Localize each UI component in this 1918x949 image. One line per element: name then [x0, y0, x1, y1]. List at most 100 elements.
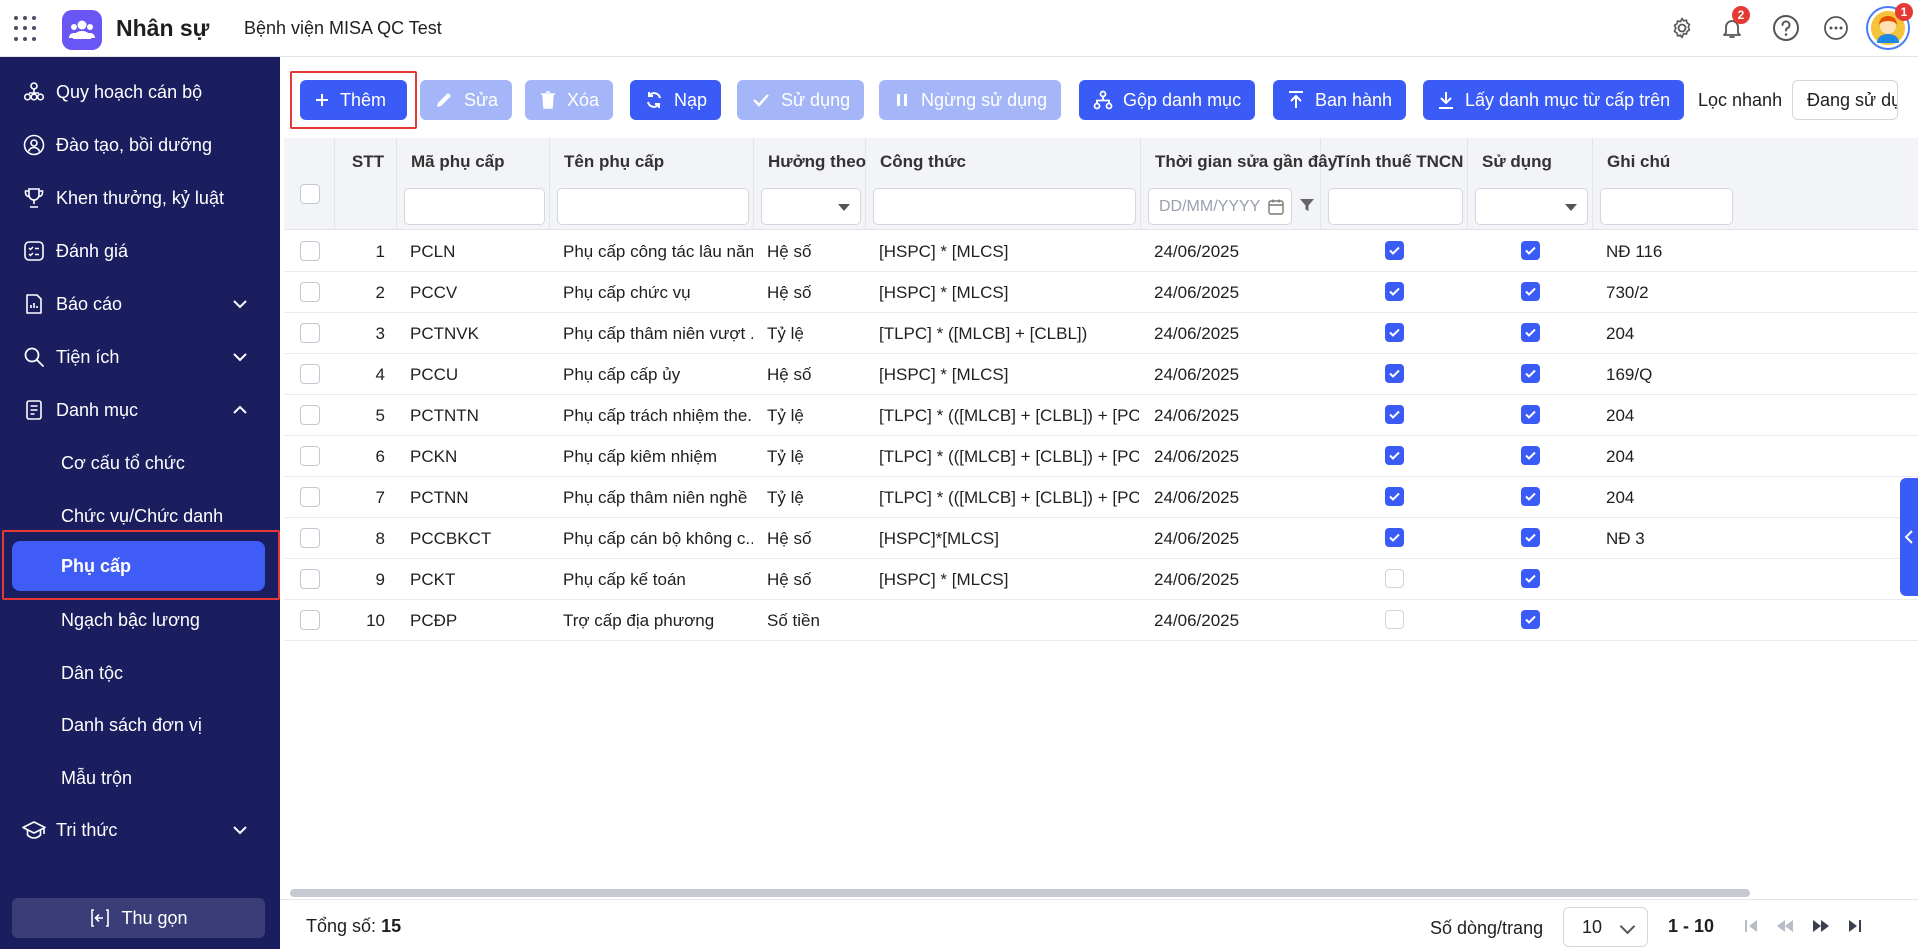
column-header-tax[interactable]: Tính thuế TNCN: [1335, 152, 1463, 172]
table-row[interactable]: 8 PCCBKCT Phụ cấp cán bộ không c... Hệ số [H…: [284, 518, 1918, 559]
tax-checkbox[interactable]: [1385, 364, 1404, 383]
in-use-checkbox[interactable]: [1521, 323, 1540, 342]
page-size-select[interactable]: 10: [1563, 907, 1648, 947]
column-header-note[interactable]: Ghi chú: [1607, 152, 1670, 172]
stop-use-button[interactable]: Ngừng sử dụng: [879, 80, 1062, 120]
in-use-checkbox[interactable]: [1521, 610, 1540, 629]
in-use-filter-select[interactable]: [1475, 188, 1588, 225]
side-panel-toggle[interactable]: [1900, 478, 1918, 596]
cell-formula: [HSPC] * [MLCS]: [879, 570, 1009, 589]
row-select-checkbox[interactable]: [300, 487, 320, 507]
help-icon[interactable]: [1770, 12, 1802, 44]
column-header-in-use[interactable]: Sử dụng: [1482, 152, 1552, 172]
row-select-checkbox[interactable]: [300, 569, 320, 589]
sidebar-item-utilities[interactable]: Tiện ích: [0, 334, 278, 380]
tax-checkbox[interactable]: [1385, 282, 1404, 301]
row-select-checkbox[interactable]: [300, 528, 320, 548]
total-count: Tổng số: 15: [306, 916, 401, 937]
column-header-modified[interactable]: Thời gian sửa gần đây: [1155, 152, 1337, 172]
organization-name[interactable]: Bệnh viện MISA QC Test: [244, 18, 442, 39]
notification-bell-icon[interactable]: 2: [1716, 6, 1750, 44]
table-row[interactable]: 1 PCLN Phụ cấp công tác lâu năm Hệ số [HSPC]…: [284, 231, 1918, 272]
settings-icon[interactable]: [1666, 12, 1698, 44]
sidebar-item-training[interactable]: Đào tạo, bồi dưỡng: [0, 122, 278, 168]
name-filter-input[interactable]: [557, 188, 749, 225]
first-page-icon[interactable]: [1740, 915, 1762, 937]
table-row[interactable]: 3 PCTNVK Phụ cấp thâm niên vượt ... Tỷ lệ [T…: [284, 313, 1918, 354]
in-use-checkbox[interactable]: [1521, 364, 1540, 383]
in-use-checkbox[interactable]: [1521, 487, 1540, 506]
calendar-icon[interactable]: [1267, 198, 1285, 216]
tax-checkbox[interactable]: [1385, 487, 1404, 506]
sidebar-item-catalog[interactable]: Danh mục: [0, 387, 278, 433]
code-filter-input[interactable]: [404, 188, 545, 225]
table-row[interactable]: 6 PCKN Phụ cấp kiêm nhiệm Tỷ lệ [TLPC] * (([…: [284, 436, 1918, 477]
tax-checkbox[interactable]: [1385, 610, 1404, 629]
tax-filter-input[interactable]: [1328, 188, 1463, 225]
in-use-checkbox[interactable]: [1521, 528, 1540, 547]
in-use-checkbox[interactable]: [1521, 241, 1540, 260]
sidebar-subitem-merge-templates[interactable]: Mẫu trộn: [0, 755, 278, 801]
in-use-checkbox[interactable]: [1521, 446, 1540, 465]
row-select-checkbox[interactable]: [300, 446, 320, 466]
sidebar-subitem-org-structure[interactable]: Cơ cấu tổ chức: [0, 440, 278, 486]
row-select-checkbox[interactable]: [300, 610, 320, 630]
row-select-checkbox[interactable]: [300, 282, 320, 302]
date-filter-input[interactable]: DD/MM/YYYY: [1148, 188, 1292, 225]
next-page-icon[interactable]: [1810, 915, 1832, 937]
in-use-checkbox[interactable]: [1521, 405, 1540, 424]
use-button[interactable]: Sử dụng: [737, 80, 865, 120]
user-avatar[interactable]: 1: [1868, 3, 1913, 48]
more-options-icon[interactable]: [1820, 12, 1852, 44]
delete-button[interactable]: Xóa: [525, 80, 614, 120]
check-icon: [1389, 533, 1400, 542]
sidebar-item-cadre-planning[interactable]: Quy hoạch cán bộ: [0, 69, 278, 115]
column-header-type[interactable]: Hưởng theo: [768, 152, 866, 172]
sidebar-item-evaluation[interactable]: Đánh giá: [0, 228, 278, 274]
publish-button[interactable]: Ban hành: [1273, 80, 1407, 120]
column-header-formula[interactable]: Công thức: [880, 152, 966, 172]
fetch-parent-catalog-button[interactable]: Lấy danh mục từ cấp trên: [1423, 80, 1685, 120]
select-all-checkbox[interactable]: [300, 184, 320, 204]
table-row[interactable]: 5 PCTNTN Phụ cấp trách nhiệm the... Tỷ lệ [T…: [284, 395, 1918, 436]
sidebar-item-knowledge[interactable]: Tri thức: [0, 807, 278, 853]
add-button[interactable]: Thêm: [300, 80, 407, 120]
merge-catalog-button[interactable]: Gộp danh mục: [1079, 80, 1256, 120]
app-grid-icon[interactable]: [14, 16, 40, 42]
sidebar-item-rewards-discipline[interactable]: Khen thưởng, kỷ luật: [0, 175, 278, 221]
formula-filter-input[interactable]: [873, 188, 1136, 225]
column-header-code[interactable]: Mã phụ cấp: [411, 152, 505, 172]
tax-checkbox[interactable]: [1385, 405, 1404, 424]
note-filter-input[interactable]: [1600, 188, 1733, 225]
in-use-checkbox[interactable]: [1521, 282, 1540, 301]
table-row[interactable]: 4 PCCU Phụ cấp cấp ủy Hệ số [HSPC] * [MLCS] 2…: [284, 354, 1918, 395]
table-row[interactable]: 2 PCCV Phụ cấp chức vụ Hệ số [HSPC] * [MLCS]…: [284, 272, 1918, 313]
filter-icon[interactable]: [1298, 196, 1316, 214]
quick-filter-select[interactable]: Đang sử dụng: [1792, 80, 1898, 120]
row-select-checkbox[interactable]: [300, 323, 320, 343]
edit-button[interactable]: Sửa: [420, 80, 513, 120]
reload-button[interactable]: Nạp: [630, 80, 722, 120]
row-select-checkbox[interactable]: [300, 241, 320, 261]
table-row[interactable]: 10 PCĐP Trợ cấp địa phương Số tiền 24/06/202…: [284, 600, 1918, 641]
tax-checkbox[interactable]: [1385, 323, 1404, 342]
row-select-checkbox[interactable]: [300, 364, 320, 384]
last-page-icon[interactable]: [1844, 915, 1866, 937]
sidebar-subitem-ethnicity[interactable]: Dân tộc: [0, 650, 278, 696]
sidebar-item-reports[interactable]: Báo cáo: [0, 281, 278, 327]
column-header-name[interactable]: Tên phụ cấp: [564, 152, 664, 172]
in-use-checkbox[interactable]: [1521, 569, 1540, 588]
horizontal-scrollbar[interactable]: [290, 889, 1750, 897]
previous-page-icon[interactable]: [1774, 915, 1796, 937]
tax-checkbox[interactable]: [1385, 528, 1404, 547]
sidebar-subitem-unit-list[interactable]: Danh sách đơn vị: [0, 702, 278, 748]
table-row[interactable]: 7 PCTNN Phụ cấp thâm niên nghề Tỷ lệ [TLPC] …: [284, 477, 1918, 518]
tax-checkbox[interactable]: [1385, 446, 1404, 465]
sidebar-subitem-salary-grade[interactable]: Ngạch bậc lương: [0, 597, 278, 643]
tax-checkbox[interactable]: [1385, 569, 1404, 588]
table-row[interactable]: 9 PCKT Phụ cấp kế toán Hệ số [HSPC] * [MLCS]…: [284, 559, 1918, 600]
tax-checkbox[interactable]: [1385, 241, 1404, 260]
collapse-sidebar-button[interactable]: Thu gọn: [12, 898, 265, 938]
type-filter-select[interactable]: [761, 188, 861, 225]
row-select-checkbox[interactable]: [300, 405, 320, 425]
